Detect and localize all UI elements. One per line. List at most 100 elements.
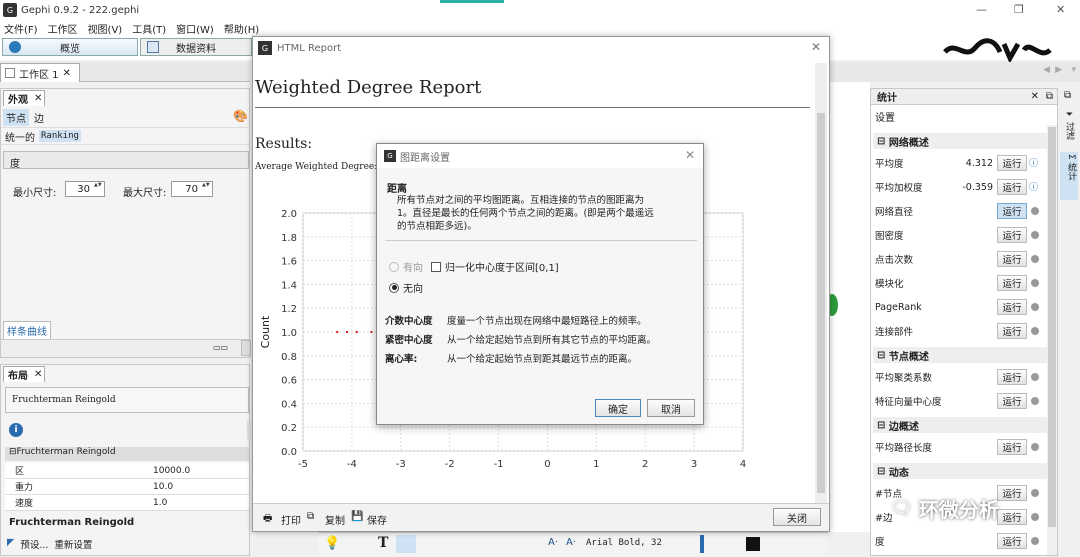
ranking-mode-tab[interactable]: Ranking	[39, 130, 81, 142]
presets-button[interactable]: 预设...	[20, 537, 48, 551]
reset-button[interactable]: 重新设置	[54, 537, 92, 551]
run-button[interactable]: 运行	[997, 533, 1027, 549]
workspace-icon	[5, 68, 15, 78]
filter-side-tab[interactable]: ⏷ 过滤	[1062, 110, 1076, 140]
palette-icon[interactable]: 🎨	[233, 109, 248, 123]
data-point	[346, 331, 348, 333]
ranking-attribute-select[interactable]: 度	[3, 151, 249, 170]
font-size-slider[interactable]	[700, 535, 704, 553]
apply-button[interactable]	[241, 340, 251, 356]
ok-button[interactable]: 确定	[595, 399, 641, 417]
property-row[interactable]: 重力 10.0	[5, 479, 249, 495]
menu-tools[interactable]: 工具(T)	[132, 21, 166, 36]
statistics-tab[interactable]: 统计 ✕ ⧉	[871, 89, 1057, 105]
layout-tab[interactable]: 布局 ✕	[3, 366, 45, 382]
text-icon[interactable]: T	[378, 535, 388, 551]
info-icon[interactable]: i	[9, 423, 23, 437]
overview-mode-button[interactable]: 概览	[2, 38, 138, 56]
font-size-up-icon[interactable]: A·	[566, 537, 576, 548]
statistics-section-network[interactable]: ⊟ 网络概述	[873, 133, 1053, 149]
y-tick-label: 1.2	[281, 304, 297, 315]
statistics-section-edge[interactable]: ⊟ 边概述	[873, 417, 1053, 433]
light-bulb-icon[interactable]: 💡	[324, 536, 340, 551]
property-value[interactable]: 10000.0	[153, 466, 190, 476]
min-size-spinner[interactable]: 30	[65, 181, 105, 197]
run-layout-button[interactable]	[247, 421, 251, 439]
restore-window-icon[interactable]: ⧉	[1064, 90, 1071, 101]
tab-list-icon[interactable]: ▾	[1071, 65, 1076, 75]
close-statistics-icon[interactable]: ✕	[1031, 91, 1039, 102]
close-dialog-icon[interactable]: ✕	[685, 148, 695, 162]
directed-radio[interactable]: 有向	[389, 259, 423, 274]
cancel-button[interactable]: 取消	[647, 399, 695, 417]
close-layout-icon[interactable]: ✕	[34, 369, 42, 380]
report-scrollbar[interactable]	[815, 63, 827, 505]
info-icon[interactable]: ⓘ	[1029, 180, 1038, 193]
run-button[interactable]: 运行	[997, 227, 1027, 243]
menu-view[interactable]: 视图(V)	[88, 21, 123, 36]
run-button[interactable]: 运行	[997, 485, 1027, 501]
y-tick-label: 1.4	[281, 280, 297, 291]
statistics-row: 度 运行	[871, 529, 1057, 553]
spline-tab[interactable]: 样条曲线	[3, 321, 51, 339]
max-size-spinner[interactable]: 70	[171, 181, 213, 197]
appearance-tab[interactable]: 外观 ✕	[3, 90, 45, 106]
data-lab-mode-button[interactable]: 数据资料	[140, 38, 252, 56]
print-button[interactable]: 打印	[281, 512, 301, 527]
report-indicator-icon	[1031, 303, 1039, 311]
heading-rule	[255, 107, 810, 108]
unique-mode-tab[interactable]: 统一的	[5, 129, 35, 144]
menu-workspace[interactable]: 工作区	[48, 21, 78, 36]
run-button[interactable]: 运行	[997, 369, 1027, 385]
run-button[interactable]: 运行	[997, 155, 1027, 171]
statistics-section-dynamic[interactable]: ⊟ 动态	[873, 463, 1053, 479]
close-window-icon[interactable]: ✕	[1056, 3, 1065, 16]
run-button[interactable]: 运行	[997, 323, 1027, 339]
run-button[interactable]: 运行	[997, 393, 1027, 409]
edge-tool-icon[interactable]	[396, 535, 416, 553]
run-button[interactable]: 运行	[997, 251, 1027, 267]
statistics-section-node[interactable]: ⊟ 节点概述	[873, 347, 1053, 363]
scroll-left-icon[interactable]: ◀	[1043, 65, 1050, 75]
close-report-button[interactable]: 关闭	[773, 508, 821, 526]
close-appearance-icon[interactable]: ✕	[34, 93, 42, 104]
run-button[interactable]: 运行	[997, 275, 1027, 291]
font-size-down-icon[interactable]: A·	[548, 537, 558, 548]
menu-file[interactable]: 文件(F)	[4, 21, 38, 36]
save-button[interactable]: 保存	[367, 512, 387, 527]
close-report-icon[interactable]: ✕	[811, 40, 821, 54]
property-row[interactable]: 区 10000.0	[5, 463, 249, 479]
undirected-radio[interactable]: 无向	[389, 280, 423, 295]
run-button[interactable]: 运行	[997, 299, 1027, 315]
info-icon[interactable]: ⓘ	[1029, 156, 1038, 169]
statistics-side-tab[interactable]: Σ 统计	[1060, 152, 1078, 200]
close-tab-icon[interactable]: ✕	[63, 68, 71, 79]
menu-help[interactable]: 帮助(H)	[224, 21, 259, 36]
normalize-checkbox[interactable]: 归一化中心度于区间[0,1]	[431, 259, 559, 274]
layout-algorithm-select[interactable]: Fruchterman Reingold	[5, 387, 249, 413]
statistics-scrollbar[interactable]	[1047, 125, 1057, 555]
apply-icon[interactable]: ▭▭	[213, 343, 228, 352]
nodes-subtab[interactable]: 节点	[3, 109, 29, 126]
edges-subtab[interactable]: 边	[31, 109, 47, 126]
graph-canvas[interactable]	[826, 82, 870, 532]
minimize-icon[interactable]: —	[976, 3, 987, 16]
maximize-statistics-icon[interactable]: ⧉	[1046, 91, 1053, 102]
section-title: 网络概述	[888, 137, 929, 149]
restore-icon[interactable]: ❐	[1014, 3, 1024, 16]
data-lab-label: 数据资料	[176, 43, 216, 55]
workspace-tab[interactable]: 工作区 1 ✕	[0, 63, 80, 82]
statistics-settings-link[interactable]: 设置	[875, 109, 895, 124]
property-value[interactable]: 10.0	[153, 482, 173, 492]
copy-button[interactable]: 复制	[325, 512, 345, 527]
run-button[interactable]: 运行	[997, 439, 1027, 455]
label-color-swatch[interactable]	[746, 537, 760, 551]
font-selector[interactable]: Arial Bold, 32	[586, 538, 662, 548]
run-button[interactable]: 运行	[997, 203, 1027, 219]
run-button[interactable]: 运行	[997, 179, 1027, 195]
run-button[interactable]: 运行	[997, 509, 1027, 525]
scroll-right-icon[interactable]: ▶	[1055, 65, 1062, 75]
property-value[interactable]: 1.0	[153, 498, 167, 508]
property-row[interactable]: 速度 1.0	[5, 495, 249, 511]
menu-window[interactable]: 窗口(W)	[176, 21, 214, 36]
